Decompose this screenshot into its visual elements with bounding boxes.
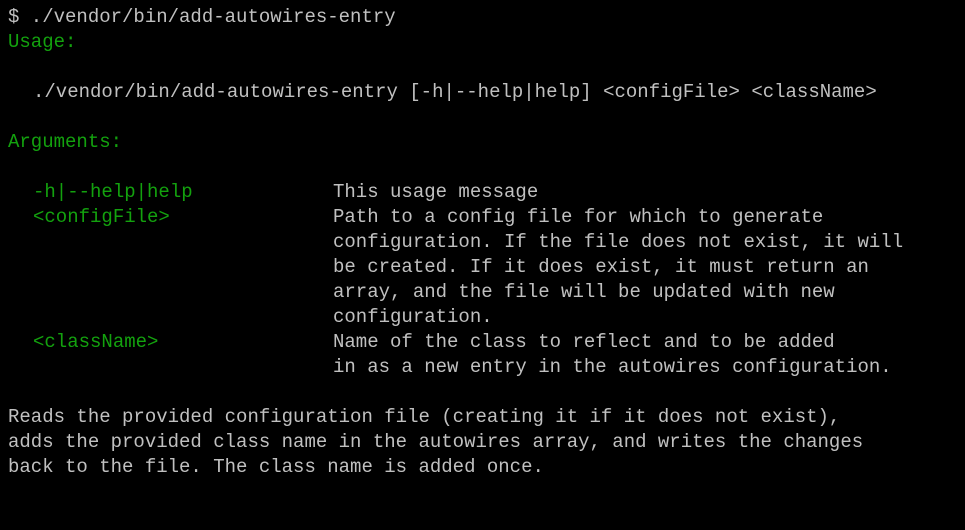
argument-description-line: This usage message [333,181,539,203]
argument-continuation-row: be created. If it does exist, it must re… [0,255,965,280]
arguments-heading-line: Arguments: [0,130,965,155]
argument-name-configfile: <configFile> [33,206,170,228]
command-prompt: $ ./vendor/bin/add-autowires-entry [8,6,396,28]
command-prompt-line: $ ./vendor/bin/add-autowires-entry [0,5,965,30]
argument-description-line: configuration. If the file does not exis… [333,231,904,253]
argument-row: -h|--help|help This usage message [0,180,965,205]
usage-heading-line: Usage: [0,30,965,55]
argument-continuation-row: configuration. [0,305,965,330]
argument-continuation-row: in as a new entry in the autowires confi… [0,355,965,380]
argument-description-line: be created. If it does exist, it must re… [333,256,869,278]
summary-line: Reads the provided configuration file (c… [0,405,965,430]
argument-description-line: configuration. [333,306,493,328]
argument-continuation-row: configuration. If the file does not exis… [0,230,965,255]
argument-row: <className> Name of the class to reflect… [0,330,965,355]
usage-heading: Usage: [8,31,77,53]
argument-row: <configFile> Path to a config file for w… [0,205,965,230]
argument-description-line: array, and the file will be updated with… [333,281,835,303]
argument-description-line: Path to a config file for which to gener… [333,206,824,228]
usage-line: ./vendor/bin/add-autowires-entry [-h|--h… [0,80,965,105]
argument-description-line: in as a new entry in the autowires confi… [333,356,892,378]
argument-name-help: -h|--help|help [33,181,193,203]
argument-name-classname: <className> [33,331,159,353]
arguments-heading: Arguments: [8,131,123,153]
terminal-window[interactable]: $ ./vendor/bin/add-autowires-entry Usage… [0,0,965,486]
summary-text: Reads the provided configuration file (c… [8,406,841,428]
summary-line: adds the provided class name in the auto… [0,430,965,455]
usage-syntax: ./vendor/bin/add-autowires-entry [-h|--h… [33,81,877,103]
argument-continuation-row: array, and the file will be updated with… [0,280,965,305]
argument-description-line: Name of the class to reflect and to be a… [333,331,835,353]
summary-line: back to the file. The class name is adde… [0,455,965,480]
summary-text: adds the provided class name in the auto… [8,431,864,453]
summary-text: back to the file. The class name is adde… [8,456,544,478]
